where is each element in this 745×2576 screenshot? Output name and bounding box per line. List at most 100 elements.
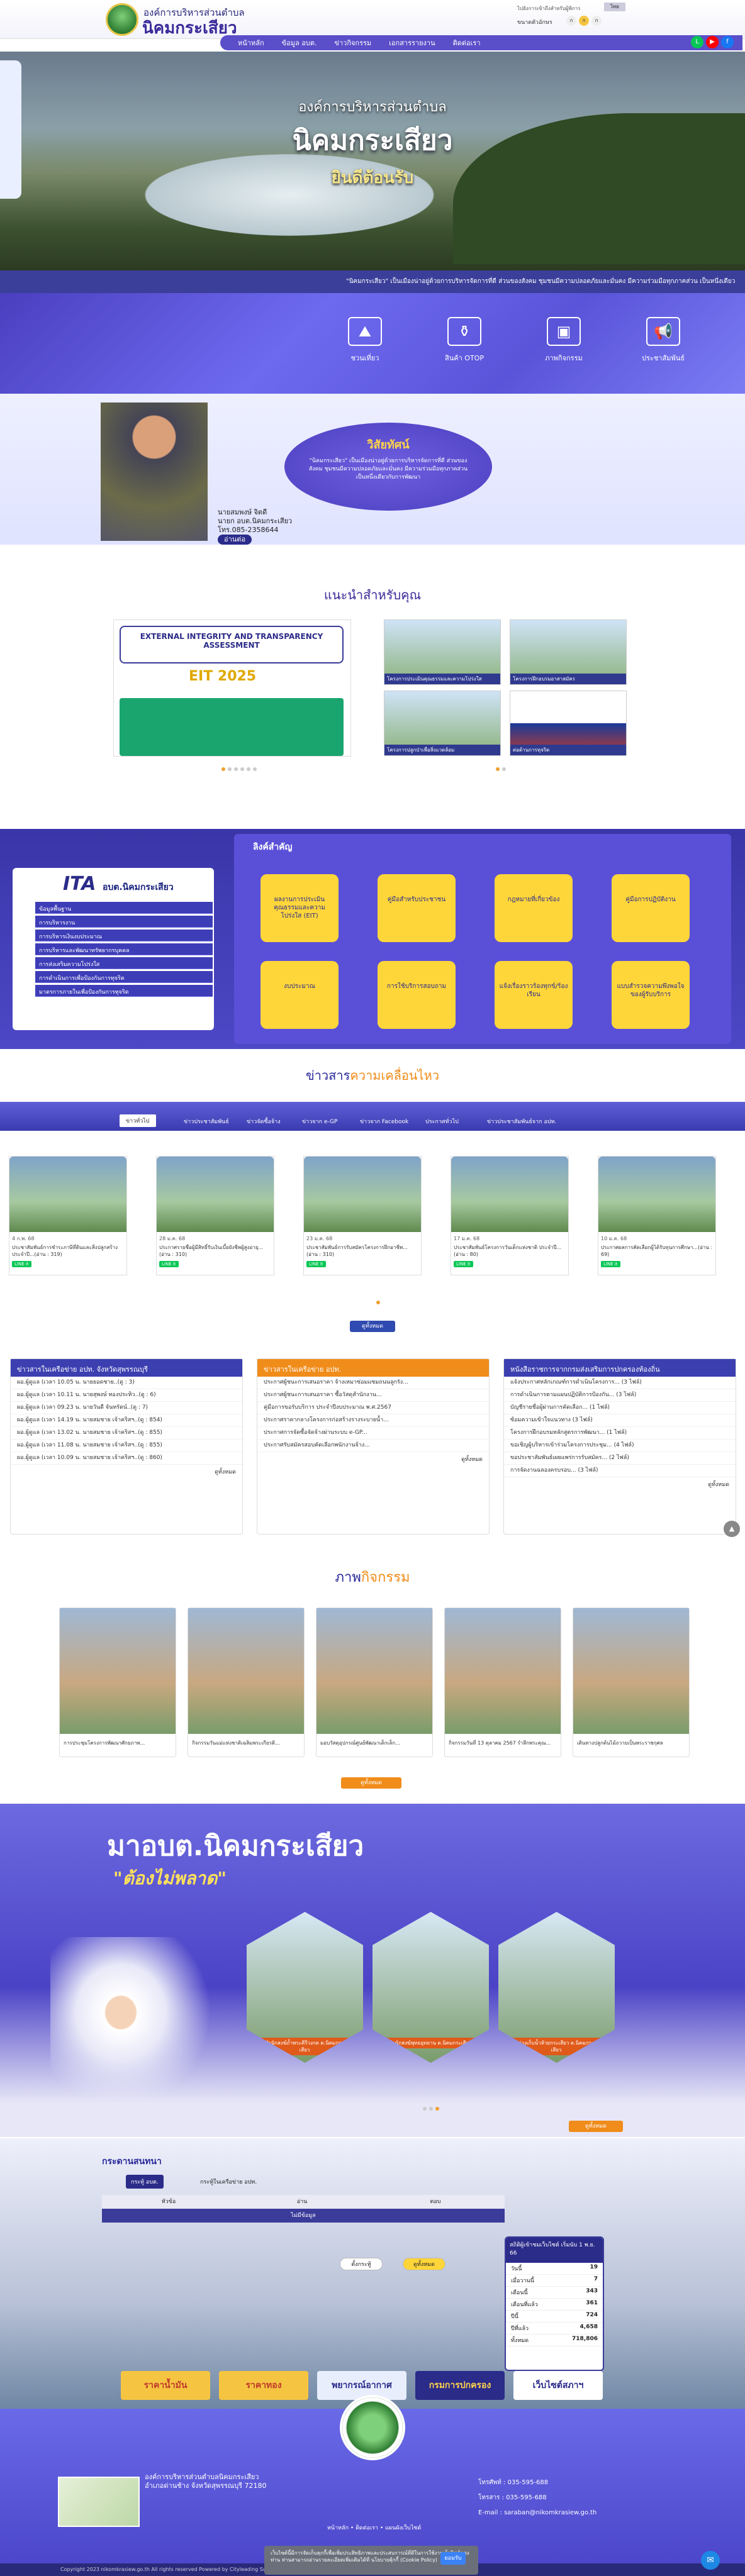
font-large-button[interactable]: ก [591,16,602,26]
board-row[interactable]: ขอเชิญผู้บริหารเข้าร่วมโครงการประชุม... … [504,1440,736,1452]
important-link-card[interactable]: ผลงานการประเมินคุณธรรมและความโปร่งใส (EI… [260,874,339,942]
activity-card[interactable]: เดินทางปลูกต้นไม้ถวายเป็นพระราชกุศล [573,1607,690,1757]
ita-menu-item[interactable]: การบริหารเงินงบประมาณ [35,930,213,941]
quick-tour[interactable]: ⛰ ชวนเที่ยว [333,317,396,380]
accessibility-sidebar[interactable] [0,60,21,199]
ita-menu-item[interactable]: การบริหารและพัฒนาทรัพยากรบุคคล [35,943,213,955]
line-share-button[interactable]: LINE it [306,1261,326,1267]
font-small-button[interactable]: ก [566,16,576,26]
news-text[interactable]: ประชาสัมพันธ์โครงการวันเด็กแห่งชาติ ประจ… [451,1243,568,1259]
activity-caption[interactable]: กิจกรรมวันแม่แห่งชาติเฉลิมพระเกียรติ... [188,1734,304,1752]
news-more-button[interactable]: ดูทั้งหมด [350,1321,395,1332]
board-row[interactable]: ซ้อมความเข้าใจแนวทาง (3 ไฟล์) [504,1414,736,1427]
activity-caption[interactable]: การประชุมโครงการพัฒนาศักยภาพ... [60,1734,176,1752]
recommend-thumb[interactable]: โครงการประเมินคุณธรรมและความโปร่งใส [384,619,501,685]
board-row[interactable]: ผอ.ผู้ดูแล (เวลา 13.02 น. นายสมชาย เจ้าค… [11,1427,242,1440]
tour-dots[interactable] [422,2104,440,2111]
board-row[interactable]: แจ้งประกาศหลักเกณฑ์การดำเนินโครงการ... (… [504,1377,736,1389]
info-banner[interactable]: กรมการปกครอง [415,2371,505,2400]
activity-card[interactable]: กิจกรรมวันที่ 13 ตุลาคม 2567 รำลึกพระคุณ… [444,1607,561,1757]
nav-contact[interactable]: ติดต่อเรา [453,37,481,48]
forum-tab-network[interactable]: กระทู้ในเครือข่าย อปท. [195,2175,262,2189]
tour-more-button[interactable]: ดูทั้งหมด [569,2121,623,2132]
board-more-link[interactable]: ดูทั้งหมด [257,1452,489,1466]
ita-menu-item[interactable]: การส่งเสริมความโปร่งใส [35,957,213,969]
forum-more-button[interactable]: ดูทั้งหมด [403,2258,445,2270]
info-banner[interactable]: เว็บไซต์สภาฯ [513,2371,603,2400]
news-tab[interactable]: ข่าวประชาสัมพันธ์จาก อปท. [487,1117,556,1126]
activity-card[interactable]: การประชุมโครงการพัฒนาศักยภาพ... [59,1607,176,1757]
recommend-thumb[interactable]: ต่อต้านการทุจริต [510,691,627,756]
facebook-icon[interactable]: f [721,36,734,48]
nav-info[interactable]: ข้อมูล อบต. [282,37,317,48]
nav-home[interactable]: หน้าหลัก [238,37,264,48]
news-text[interactable]: ประกาศรายชื่อผู้มีสิทธิ์รับเงินเบี้ยยังช… [157,1243,274,1259]
board-row[interactable]: ผอ.ผู้ดูแล (เวลา 14.19 น. นายสมชาย เจ้าค… [11,1414,242,1427]
chat-icon[interactable]: ✉ [701,2551,720,2570]
language-button[interactable]: ไทย [604,3,625,11]
news-card[interactable]: 4 ก.พ. 68 ประชาสัมพันธ์การชำระภาษีที่ดินแ… [9,1156,127,1275]
news-dots[interactable] [375,1298,381,1304]
carousel-dots[interactable] [495,765,507,771]
news-tab[interactable]: ข่าวประชาสัมพันธ์ [184,1117,229,1126]
back-to-top-icon[interactable]: ▲ [724,1521,740,1537]
board-row[interactable]: ผอ.ผู้ดูแล (เวลา 10.09 น. นายสมชาย เจ้าค… [11,1452,242,1465]
news-card[interactable]: 23 ม.ค. 68 ประชาสัมพันธ์การรับสมัครโครงกา… [303,1156,422,1275]
ita-menu-item[interactable]: มาตรการภายในเพื่อป้องกันการทุจริต [35,985,213,997]
important-link-card[interactable]: แจ้งเรื่องราวร้องทุกข์/ร้องเรียน [495,961,573,1029]
line-share-button[interactable]: LINE it [12,1261,31,1267]
activity-caption[interactable]: กิจกรรมวันที่ 13 ตุลาคม 2567 รำลึกพระคุณ… [445,1734,561,1752]
board-row[interactable]: การจัดงานฉลองครบรอบ... (3 ไฟล์) [504,1465,736,1477]
news-tab[interactable]: ข่าวจาก e-GP [302,1117,337,1126]
news-text[interactable]: ประชาสัมพันธ์การรับสมัครโครงการฝึกอาชีพ.… [304,1243,421,1259]
board-row[interactable]: ประกาศผู้ชนะการเสนอราคา จ้างเหมาซ่อมแซมถ… [257,1377,489,1389]
board-row[interactable]: คู่มือการขอรับบริการ ประจำปีงบประมาณ พ.ศ… [257,1402,489,1414]
ita-menu-item[interactable]: การบริหารงาน [35,916,213,928]
news-card[interactable]: 28 ม.ค. 68 ประกาศรายชื่อผู้มีสิทธิ์รับเงิ… [156,1156,274,1275]
board-row[interactable]: ผอ.ผู้ดูแล (เวลา 11.08 น. นายสมชาย เจ้าค… [11,1440,242,1452]
org-logo[interactable] [106,3,138,36]
board-row[interactable]: โครงการฝึกอบรมหลักสูตรการพัฒนา... (1 ไฟล… [504,1427,736,1440]
recommend-thumb[interactable]: โครงการปลูกป่าเพื่อสิ่งแวดล้อม [384,691,501,756]
news-tab[interactable]: ข่าวทั่วไป [120,1114,156,1127]
board-row[interactable]: ประกาศรับสมัครสอบคัดเลือกพนักงานจ้าง... [257,1440,489,1452]
footer-map[interactable] [58,2477,140,2527]
important-link-card[interactable]: คู่มือการปฏิบัติงาน [612,874,690,942]
important-link-card[interactable]: คู่มือสำหรับประชาชน [378,874,456,942]
important-link-card[interactable]: กฎหมายที่เกี่ยวข้อง [495,874,573,942]
activity-card[interactable]: กิจกรรมวันแม่แห่งชาติเฉลิมพระเกียรติ... [188,1607,305,1757]
mayor-readmore-button[interactable]: อ่านต่อ [218,535,252,545]
activity-caption[interactable]: มอบวัสดุอุปกรณ์ศูนย์พัฒนาเด็กเล็ก... [316,1734,432,1752]
carousel-dots[interactable] [220,765,258,771]
board-row[interactable]: ประกาศผู้ชนะการเสนอราคา ซื้อวัสดุสำนักงา… [257,1389,489,1402]
recommend-thumb[interactable]: โครงการฝึกอบรมอาสาสมัคร [510,619,627,685]
youtube-icon[interactable]: ▶ [706,36,719,48]
accessibility-label[interactable]: ไปยังการเข้าถึงสำหรับผู้พิการ [517,4,580,13]
quick-gallery[interactable]: ▣ ภาพกิจกรรม [532,317,595,380]
quick-otop[interactable]: ⚱ สินค้า OTOP [433,317,496,380]
quick-pr[interactable]: 📢 ประชาสัมพันธ์ [632,317,695,380]
news-tab[interactable]: ข่าวจาก Facebook [360,1117,408,1126]
news-card[interactable]: 10 ม.ค. 68 ประกาศผลการคัดเลือกผู้ได้รับทุ… [598,1156,716,1275]
footer-links[interactable]: หน้าหลัก • ติดต่อเรา • แผนผังเว็บไซต์ [327,2523,421,2532]
important-link-card[interactable]: การใช้บริการสอบถาม [378,961,456,1029]
news-tab[interactable]: ประกาศทั่วไป [425,1117,459,1126]
info-banner[interactable]: ราคาน้ำมัน [121,2371,210,2400]
board-more-link[interactable]: ดูทั้งหมด [504,1477,736,1491]
info-banner[interactable]: พยากรณ์อากาศ [317,2371,406,2400]
forum-tab-local[interactable]: กระทู้ อบต. [126,2175,164,2189]
board-row[interactable]: ผอ.ผู้ดูแล (เวลา 10.11 น. นายสุพงษ์ ทองป… [11,1389,242,1402]
board-row[interactable]: ประกาศการจัดซื้อจัดจ้างผ่านระบบ e-GP... [257,1427,489,1440]
line-share-button[interactable]: LINE it [454,1261,473,1267]
font-medium-button[interactable]: ก [579,16,589,26]
news-tab[interactable]: ข่าวจัดซื้อจ้าง [247,1117,281,1126]
important-link-card[interactable]: งบประมาณ [260,961,339,1029]
activity-caption[interactable]: เดินทางปลูกต้นไม้ถวายเป็นพระราชกุศล [573,1734,689,1752]
board-row[interactable]: ผอ.ผู้ดูแล (เวลา 10.05 น. นายยอดชาย..(ดู… [11,1377,242,1389]
info-banner[interactable]: ราคาทอง [219,2371,308,2400]
line-share-button[interactable]: LINE it [601,1261,620,1267]
board-row[interactable]: ผอ.ผู้ดูแล (เวลา 09.23 น. นายวันดี จันทร… [11,1402,242,1414]
nav-activity[interactable]: ข่าวกิจกรรม [334,37,371,48]
ita-menu-item[interactable]: การดำเนินการเพื่อป้องกันการทุจริต [35,971,213,983]
board-row[interactable]: ประกาศราคากลางโครงการก่อสร้างรางระบายน้ำ… [257,1414,489,1427]
